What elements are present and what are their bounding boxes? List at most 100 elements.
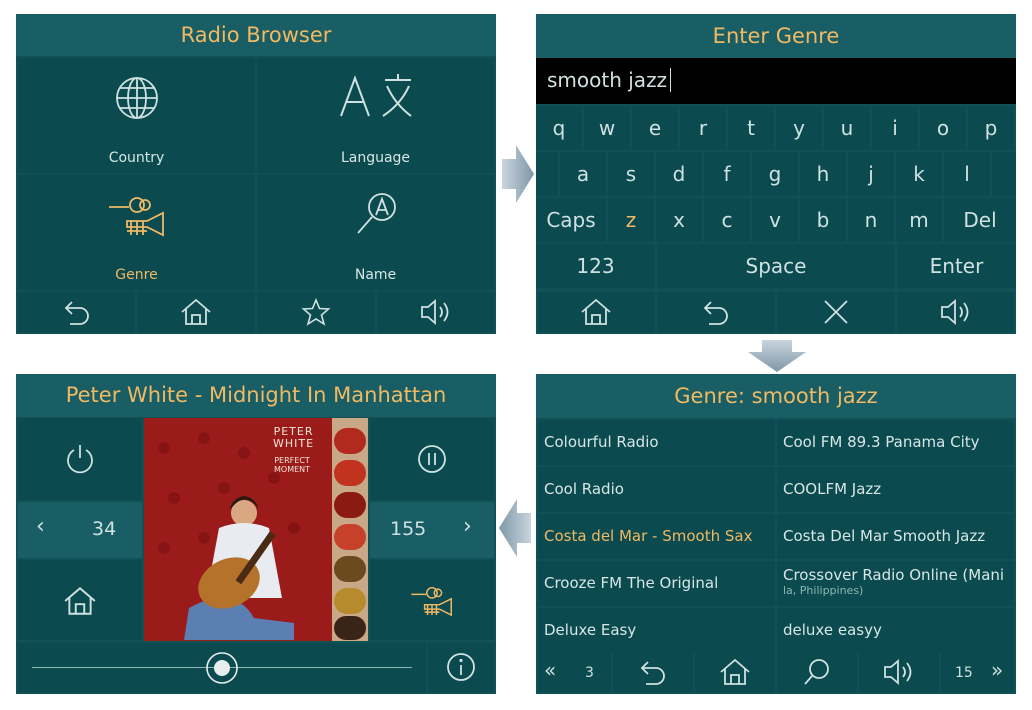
- search-name-icon: [357, 193, 396, 234]
- home-icon: [720, 658, 750, 685]
- key-u[interactable]: u: [824, 106, 870, 150]
- station-location: la, Philippines): [783, 584, 864, 597]
- back-icon: [640, 661, 665, 685]
- key-a[interactable]: a: [560, 152, 606, 196]
- speaker-icon: [884, 659, 912, 685]
- genre-button[interactable]: [370, 560, 494, 640]
- key-enter[interactable]: Enter: [897, 244, 1016, 288]
- key-b[interactable]: b: [800, 198, 846, 242]
- station-list-item[interactable]: Cool FM 89.3 Panama City: [777, 420, 1014, 465]
- chevron-right-icon: ›: [463, 514, 472, 539]
- volume-slider[interactable]: [18, 643, 426, 692]
- page-next-button[interactable]: 15 »: [941, 652, 1014, 692]
- station-list-item[interactable]: Costa del Mar - Smooth Sax: [538, 514, 775, 559]
- tile-label-name: Name: [354, 267, 397, 283]
- panel-title: Genre: smooth jazz: [536, 374, 1016, 418]
- key-k[interactable]: k: [896, 152, 942, 196]
- volume-button[interactable]: [897, 292, 1014, 332]
- back-button[interactable]: [657, 292, 775, 332]
- key-g[interactable]: g: [752, 152, 798, 196]
- cancel-button[interactable]: [777, 292, 895, 332]
- search-button[interactable]: [777, 652, 857, 692]
- station-list-item[interactable]: Deluxe Easy: [538, 608, 775, 653]
- key-c[interactable]: c: [704, 198, 750, 242]
- volume-button[interactable]: [377, 292, 494, 332]
- key-del[interactable]: Del: [944, 198, 1016, 242]
- home-icon: [581, 298, 611, 325]
- back-button[interactable]: [18, 292, 135, 332]
- key-x[interactable]: x: [656, 198, 702, 242]
- instruments-icon: [109, 197, 164, 237]
- pause-button[interactable]: [370, 418, 494, 500]
- key-t[interactable]: t: [728, 106, 774, 150]
- key-p[interactable]: p: [968, 106, 1014, 150]
- home-icon: [64, 586, 96, 615]
- favorites-button[interactable]: [257, 292, 375, 332]
- key-spacer: [992, 152, 1016, 196]
- station-list-item[interactable]: Colourful Radio: [538, 420, 775, 465]
- station-list-item[interactable]: Costa Del Mar Smooth Jazz: [777, 514, 1014, 559]
- key-d[interactable]: d: [656, 152, 702, 196]
- key-z[interactable]: z: [608, 198, 654, 242]
- station-name: Cool FM 89.3 Panama City: [783, 433, 980, 451]
- key-v[interactable]: v: [752, 198, 798, 242]
- close-icon: [824, 300, 848, 324]
- info-button[interactable]: [428, 643, 494, 692]
- key-r[interactable]: r: [680, 106, 726, 150]
- home-button[interactable]: [695, 652, 775, 692]
- tile-label-country: Country: [108, 150, 165, 166]
- back-button[interactable]: [613, 652, 693, 692]
- speaker-icon: [941, 299, 969, 325]
- name-tile[interactable]: Name: [257, 175, 494, 290]
- key-n[interactable]: n: [848, 198, 894, 242]
- key-f[interactable]: f: [704, 152, 750, 196]
- key-l[interactable]: l: [944, 152, 990, 196]
- flow-arrow-left-icon: [499, 499, 531, 557]
- text-cursor: [670, 68, 671, 92]
- next-station-button[interactable]: 155 ›: [370, 502, 494, 558]
- album-art-image: [144, 418, 368, 641]
- key-s[interactable]: s: [608, 152, 654, 196]
- key-e[interactable]: e: [632, 106, 678, 150]
- key-o[interactable]: o: [920, 106, 966, 150]
- key-123[interactable]: 123: [536, 244, 655, 288]
- home-button[interactable]: [137, 292, 255, 332]
- key-i[interactable]: i: [872, 106, 918, 150]
- station-list-item[interactable]: Crossover Radio Online (Mani la, Philippi…: [777, 561, 1014, 606]
- country-tile[interactable]: Country: [18, 58, 255, 173]
- key-y[interactable]: y: [776, 106, 822, 150]
- panel-title: Peter White - Midnight In Manhattan: [16, 374, 496, 417]
- key-j[interactable]: j: [848, 152, 894, 196]
- key-spacer: [536, 152, 558, 196]
- key-h[interactable]: h: [800, 152, 846, 196]
- double-chevron-left-icon: «: [544, 658, 557, 682]
- genre-tile[interactable]: Genre: [18, 175, 255, 290]
- prev-station-button[interactable]: ‹ 34: [18, 502, 142, 558]
- station-list-item[interactable]: COOLFM Jazz: [777, 467, 1014, 512]
- key-w[interactable]: w: [584, 106, 630, 150]
- double-chevron-right-icon: »: [991, 658, 1004, 682]
- station-list-item[interactable]: Cool Radio: [538, 467, 775, 512]
- panel-title: Enter Genre: [536, 14, 1016, 58]
- station-name: Cool Radio: [544, 480, 624, 498]
- slider-knob[interactable]: [205, 651, 239, 685]
- key-q[interactable]: q: [536, 106, 582, 150]
- station-list-item[interactable]: Crooze FM The Original: [538, 561, 775, 606]
- key-m[interactable]: m: [896, 198, 942, 242]
- page-prev-button[interactable]: « 3: [538, 652, 611, 692]
- home-icon: [181, 298, 211, 325]
- station-list-item[interactable]: deluxe easyy: [777, 608, 1014, 653]
- power-button[interactable]: [18, 418, 142, 500]
- key-caps[interactable]: Caps: [536, 198, 606, 242]
- flow-arrow-down-icon: [748, 340, 806, 372]
- home-button[interactable]: [18, 560, 142, 640]
- key-space[interactable]: Space: [657, 244, 895, 288]
- volume-button[interactable]: [859, 652, 939, 692]
- language-tile[interactable]: Language: [257, 58, 494, 173]
- power-icon: [67, 445, 93, 474]
- on-screen-keyboard: q w e r t y u i o p a s d f g h j k l Caps z x c v b n m Del 123 Spac…: [536, 106, 1016, 290]
- back-icon: [64, 301, 89, 325]
- home-button[interactable]: [538, 292, 655, 332]
- genre-input[interactable]: smooth jazz: [536, 58, 1016, 104]
- flow-arrow-right-icon: [502, 145, 534, 203]
